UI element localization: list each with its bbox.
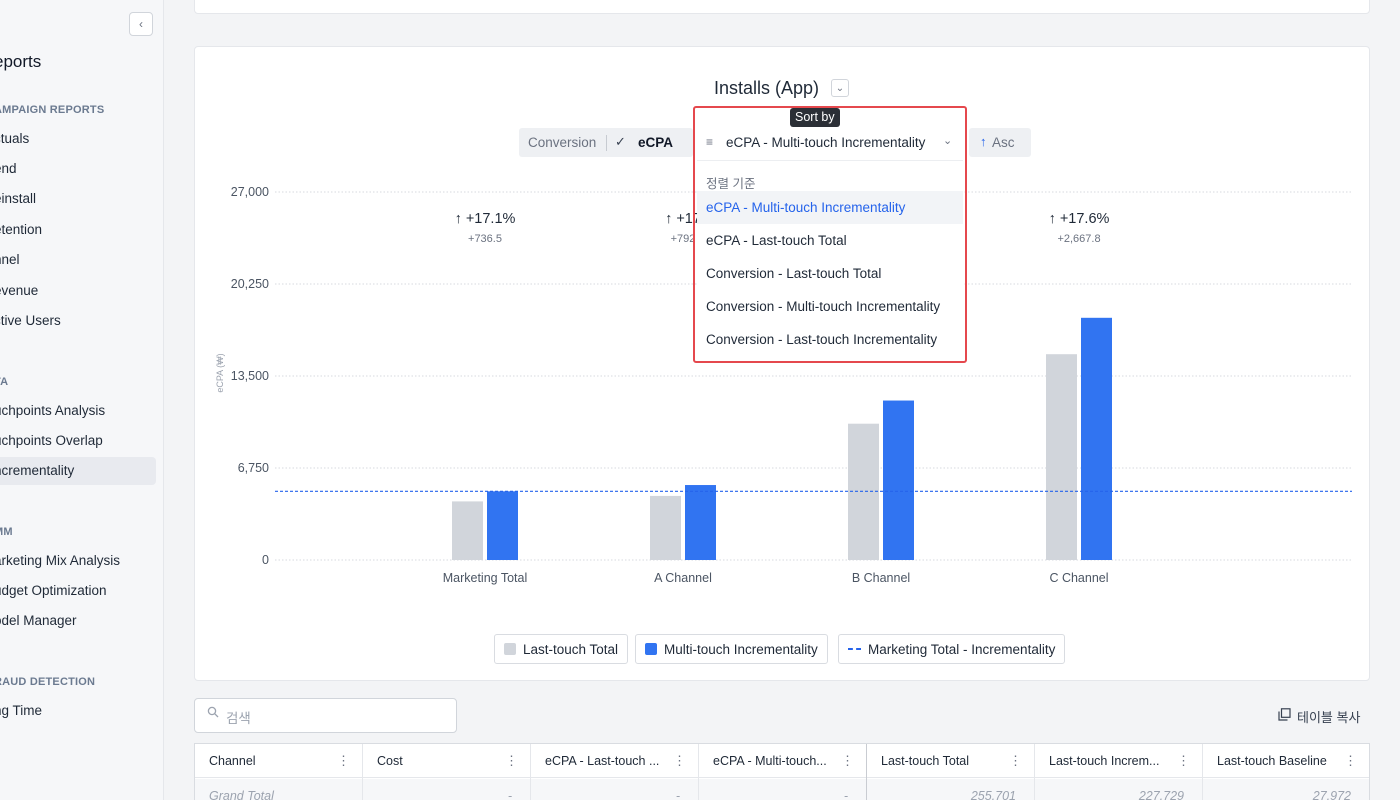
sort-lines-icon: ≡ bbox=[706, 135, 714, 149]
more-vertical-icon[interactable]: ⋮ bbox=[841, 744, 854, 777]
more-vertical-icon[interactable]: ⋮ bbox=[505, 744, 518, 777]
sort-option-ecpa-multi-touch-incrementality[interactable]: eCPA - Multi-touch Incrementality bbox=[697, 191, 963, 224]
more-vertical-icon[interactable]: ⋮ bbox=[337, 744, 350, 777]
more-vertical-icon[interactable]: ⋮ bbox=[1177, 744, 1190, 777]
sort-by-tooltip: Sort by bbox=[790, 108, 840, 127]
sidebar-item-funnel[interactable]: nnel bbox=[0, 246, 156, 274]
sidebar-item-install-time[interactable]: ng Time bbox=[0, 697, 156, 725]
grand-total-label: Grand Total bbox=[195, 779, 362, 800]
app-root: ‹ eports AMPAIGN REPORTS ctuals end eins… bbox=[0, 0, 1400, 800]
legend-label: Multi-touch Incrementality bbox=[664, 641, 818, 657]
sidebar-item-actuals[interactable]: ctuals bbox=[0, 125, 156, 153]
column-header-label: eCPA - Last-touch ... bbox=[545, 754, 660, 768]
legend-label: Last-touch Total bbox=[523, 641, 619, 657]
sidebar-item-active-users[interactable]: ctive Users bbox=[0, 307, 156, 335]
sidebar-section-mta: TA bbox=[0, 376, 9, 388]
previous-card bbox=[194, 0, 1370, 14]
copy-table-button[interactable]: 테이블 복사 bbox=[1297, 707, 1360, 726]
sort-order-label[interactable]: Asc bbox=[992, 135, 1015, 150]
column-divider bbox=[1202, 744, 1203, 800]
legend-marketing-total-incrementality[interactable]: Marketing Total - Incrementality bbox=[838, 634, 1066, 664]
sidebar-item-incrementality[interactable]: ncrementality bbox=[0, 457, 156, 485]
sort-option-conversion-last-touch-total[interactable]: Conversion - Last-touch Total bbox=[697, 257, 963, 290]
sidebar-item-trend[interactable]: end bbox=[0, 155, 156, 183]
sidebar-item-touchpoints-overlap[interactable]: uchpoints Overlap bbox=[0, 427, 156, 455]
sort-option-ecpa-last-touch-total[interactable]: eCPA - Last-touch Total bbox=[697, 224, 963, 257]
grand-total-ecpa-multi-touch: - bbox=[699, 779, 866, 800]
grand-total-last-touch-baseline: 27,972 bbox=[1203, 779, 1369, 800]
y-axis-label: eCPA (₩) bbox=[215, 353, 225, 393]
sidebar-title: eports bbox=[0, 52, 42, 71]
column-header-last-touch-total[interactable]: Last-touch Total ⋮ bbox=[867, 744, 1034, 778]
legend-label: Marketing Total - Incrementality bbox=[868, 641, 1056, 657]
legend-multi-touch-incrementality[interactable]: Multi-touch Incrementality bbox=[635, 634, 828, 664]
column-divider bbox=[866, 744, 867, 800]
column-header-ecpa-multi-touch[interactable]: eCPA - Multi-touch... ⋮ bbox=[699, 744, 866, 778]
metric-divider bbox=[606, 135, 607, 151]
sidebar-item-reinstall[interactable]: einstall bbox=[0, 185, 156, 213]
legend-swatch-dashed bbox=[848, 648, 861, 650]
sidebar-item-touchpoints-analysis[interactable]: uchpoints Analysis bbox=[0, 397, 156, 425]
column-header-label: eCPA - Multi-touch... bbox=[713, 754, 827, 768]
column-header-channel[interactable]: Channel ⋮ bbox=[195, 744, 362, 778]
search-icon bbox=[207, 706, 219, 721]
column-header-label: Last-touch Baseline bbox=[1217, 754, 1327, 768]
search-placeholder: 검색 bbox=[226, 711, 251, 726]
more-vertical-icon[interactable]: ⋮ bbox=[673, 744, 686, 777]
column-header-label: Channel bbox=[209, 754, 256, 768]
column-header-ecpa-last-touch[interactable]: eCPA - Last-touch ... ⋮ bbox=[531, 744, 698, 778]
sidebar-section-fraud-detection: RAUD DETECTION bbox=[0, 676, 96, 688]
chevron-left-icon[interactable]: ‹ bbox=[129, 12, 153, 36]
column-divider bbox=[530, 744, 531, 800]
copy-icon[interactable] bbox=[1278, 708, 1291, 721]
sidebar-item-revenue[interactable]: evenue bbox=[0, 277, 156, 305]
column-header-last-touch-baseline[interactable]: Last-touch Baseline ⋮ bbox=[1203, 744, 1369, 778]
more-vertical-icon[interactable]: ⋮ bbox=[1344, 744, 1357, 777]
column-header-cost[interactable]: Cost ⋮ bbox=[363, 744, 530, 778]
legend-swatch-blue bbox=[645, 643, 657, 655]
column-divider bbox=[362, 744, 363, 800]
sort-menu-header: 정렬 기준 bbox=[706, 177, 756, 191]
legend-last-touch-total[interactable]: Last-touch Total bbox=[494, 634, 629, 664]
sidebar-item-budget-optimization[interactable]: udget Optimization bbox=[0, 577, 156, 605]
arrow-up-icon: ↑ bbox=[980, 134, 987, 149]
metric-option-ecpa[interactable]: eCPA bbox=[638, 135, 673, 150]
column-divider bbox=[1034, 744, 1035, 800]
sidebar-item-marketing-mix-analysis[interactable]: arketing Mix Analysis bbox=[0, 547, 156, 575]
sort-option-conversion-last-touch-incrementality[interactable]: Conversion - Last-touch Incrementality bbox=[697, 323, 963, 356]
column-header-label: Last-touch Increm... bbox=[1049, 754, 1160, 768]
sort-by-value[interactable]: eCPA - Multi-touch Incrementality bbox=[726, 135, 925, 150]
chevron-down-icon: ⌄ bbox=[943, 135, 953, 147]
sidebar-section-campaign-reports: AMPAIGN REPORTS bbox=[0, 104, 105, 116]
sort-by-menu: 정렬 기준 eCPA - Multi-touch Incrementality … bbox=[697, 160, 963, 360]
sort-option-conversion-multi-touch-incrementality[interactable]: Conversion - Multi-touch Incrementality bbox=[697, 290, 963, 323]
more-vertical-icon[interactable]: ⋮ bbox=[1009, 744, 1022, 777]
grand-total-ecpa-last-touch: - bbox=[531, 779, 698, 800]
column-header-label: Cost bbox=[377, 754, 403, 768]
sidebar-item-model-manager[interactable]: odel Manager bbox=[0, 607, 156, 635]
metric-option-conversion[interactable]: Conversion bbox=[528, 135, 596, 150]
grand-total-last-touch-incrementality: 227,729 bbox=[1035, 779, 1202, 800]
sidebar: ‹ eports AMPAIGN REPORTS ctuals end eins… bbox=[0, 0, 164, 800]
grand-total-last-touch-total: 255,701 bbox=[867, 779, 1034, 800]
legend-swatch-gray bbox=[504, 643, 516, 655]
column-header-last-touch-incrementality[interactable]: Last-touch Increm... ⋮ bbox=[1035, 744, 1202, 778]
check-icon: ✓ bbox=[615, 134, 626, 149]
column-header-label: Last-touch Total bbox=[881, 754, 970, 768]
sidebar-section-mmm: MM bbox=[0, 526, 13, 538]
sidebar-item-retention[interactable]: etention bbox=[0, 216, 156, 244]
column-divider bbox=[698, 744, 699, 800]
chevron-down-icon[interactable]: ⌄ bbox=[831, 79, 849, 97]
chart-title: Installs (App) bbox=[714, 78, 820, 98]
data-table: Channel ⋮ Cost ⋮ eCPA - Last-touch ... ⋮ eC… bbox=[194, 743, 1370, 800]
grand-total-cost: - bbox=[363, 779, 530, 800]
